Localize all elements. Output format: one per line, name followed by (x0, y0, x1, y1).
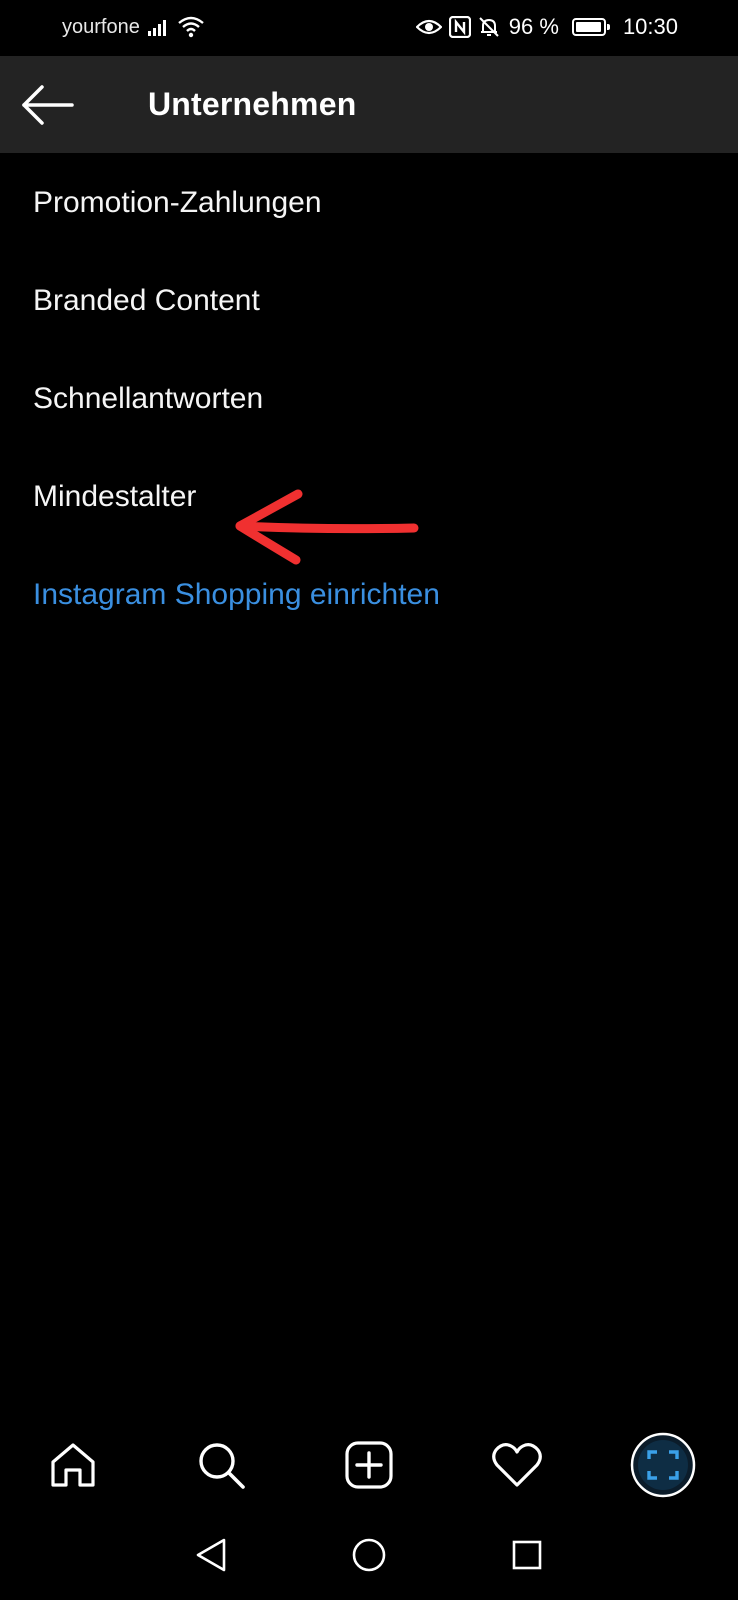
wifi-icon (178, 16, 204, 38)
status-right: 96 % 10:30 (415, 14, 678, 40)
arrow-left-icon (22, 85, 74, 125)
nav-activity-button[interactable] (482, 1430, 552, 1500)
bell-off-icon (479, 17, 499, 37)
system-home-button[interactable] (344, 1530, 394, 1580)
heart-icon (492, 1443, 542, 1487)
nav-add-button[interactable] (334, 1430, 404, 1500)
nav-search-button[interactable] (186, 1430, 256, 1500)
system-nav (0, 1520, 738, 1600)
menu-item-branded-content[interactable]: Branded Content (0, 276, 738, 374)
search-icon (199, 1443, 245, 1489)
back-triangle-icon (196, 1538, 226, 1572)
home-circle-icon (352, 1538, 386, 1572)
settings-menu: Promotion-Zahlungen Branded Content Schn… (0, 178, 738, 668)
signal-icon (148, 20, 166, 36)
battery-percent: 96 % (508, 14, 559, 39)
red-arrow-icon (235, 489, 419, 565)
menu-item-quick-replies[interactable]: Schnellantworten (0, 374, 738, 472)
menu-item-instagram-shopping[interactable]: Instagram Shopping einrichten (0, 570, 738, 668)
add-post-icon (345, 1441, 393, 1489)
page-title: Unternehmen (148, 86, 357, 122)
nfc-icon (448, 16, 471, 38)
back-button[interactable] (20, 82, 76, 128)
clock: 10:30 (622, 14, 678, 39)
bottom-nav (0, 1430, 738, 1510)
system-recents-button[interactable] (502, 1530, 552, 1580)
nav-home-button[interactable] (38, 1430, 108, 1500)
profile-avatar-icon (630, 1432, 696, 1498)
system-back-button[interactable] (186, 1530, 236, 1580)
app-bar: Unternehmen (0, 56, 738, 153)
recents-square-icon (512, 1540, 542, 1570)
battery-icon (571, 18, 610, 36)
nav-profile-button[interactable] (628, 1430, 698, 1500)
home-icon (51, 1443, 95, 1487)
eye-icon (415, 19, 442, 35)
status-bar: yourfone 96 % 10:30 (0, 0, 738, 56)
menu-item-promotion-payments[interactable]: Promotion-Zahlungen (0, 178, 738, 276)
carrier-name: yourfone (62, 16, 140, 38)
